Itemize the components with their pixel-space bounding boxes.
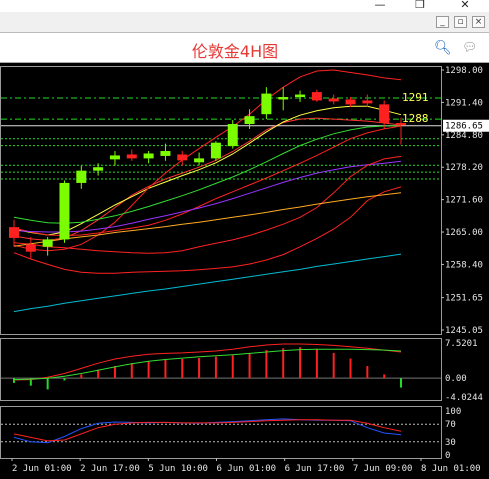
stochastic-tick-label: 100 bbox=[445, 407, 461, 417]
candle-body bbox=[76, 170, 87, 183]
macd-tick-label: 7.5201 bbox=[445, 339, 478, 349]
macd-panel: 7.5201 0.00 -4.0244 bbox=[0, 338, 483, 403]
window-close-button[interactable]: ✕ bbox=[450, 0, 480, 12]
price-tick-label: 1291.40 bbox=[445, 98, 483, 108]
chart-window-toolbar: _ ▫ × bbox=[0, 12, 489, 33]
search-icon[interactable]: 🔍︎ bbox=[434, 40, 452, 56]
chat-bubbles-icon[interactable]: 💬︎ bbox=[462, 40, 477, 54]
candle-body bbox=[93, 167, 104, 171]
price-chart[interactable]: 1298.00 1291.40 1284.80 1278.20 1271.60 1265.… bbox=[0, 62, 489, 479]
candle-body bbox=[295, 94, 306, 98]
candle-body bbox=[59, 182, 70, 240]
candle-body bbox=[311, 92, 322, 101]
candle-body bbox=[261, 93, 272, 115]
time-tick-label: 7 Jun 09:00 bbox=[353, 464, 413, 474]
stochastic-panel: 100 70 30 0 bbox=[0, 406, 461, 461]
price-tick-label: 1258.40 bbox=[445, 260, 483, 270]
price-tick-label: 1265.00 bbox=[445, 228, 483, 238]
chart-title: 伦敦金4H图 bbox=[191, 42, 279, 61]
candle-body bbox=[210, 142, 221, 159]
time-tick-label: 6 Jun 17:00 bbox=[285, 464, 345, 474]
time-tick-label: 2 Jun 17:00 bbox=[80, 464, 140, 474]
time-axis: 2 Jun 01:00 2 Jun 17:00 5 Jun 10:00 6 Jun 0… bbox=[11, 458, 481, 474]
chart-close-button[interactable]: × bbox=[472, 16, 485, 28]
candle-body bbox=[379, 104, 390, 124]
macd-tick-label: 0.00 bbox=[445, 374, 467, 384]
window-minimize-button[interactable]: — bbox=[365, 0, 395, 12]
candle-body bbox=[345, 99, 356, 105]
candle-body bbox=[177, 154, 188, 161]
candle-body bbox=[42, 239, 53, 247]
candle-body bbox=[143, 153, 154, 159]
candle-body bbox=[194, 158, 205, 163]
level-label: 1291 bbox=[402, 91, 429, 104]
stochastic-panel-frame bbox=[0, 406, 442, 459]
macd-tick-label: -4.0244 bbox=[445, 393, 483, 403]
candle-body bbox=[109, 155, 120, 160]
candle-body bbox=[328, 98, 339, 102]
candle-body bbox=[126, 154, 137, 159]
candle-body bbox=[362, 100, 373, 104]
price-tick-label: 1251.65 bbox=[445, 294, 483, 304]
price-tick-label: 1284.80 bbox=[445, 131, 483, 141]
price-tick-label: 1271.60 bbox=[445, 196, 483, 206]
main-panel: 1298.00 1291.40 1284.80 1278.20 1271.60 1265.… bbox=[0, 66, 489, 336]
candle-body bbox=[227, 124, 238, 147]
price-tick-label: 1298.00 bbox=[445, 66, 483, 76]
candle-body bbox=[9, 227, 19, 238]
time-tick-label: 2 Jun 01:00 bbox=[12, 464, 72, 474]
price-tick-label: 1245.05 bbox=[445, 326, 483, 336]
stochastic-tick-label: 30 bbox=[445, 438, 456, 448]
time-tick-label: 6 Jun 01:00 bbox=[217, 464, 277, 474]
chart-minimize-button[interactable]: _ bbox=[436, 16, 449, 28]
time-tick-label: 5 Jun 10:00 bbox=[148, 464, 208, 474]
chart-restore-button[interactable]: ▫ bbox=[454, 16, 467, 28]
stochastic-tick-label: 0 bbox=[445, 451, 450, 461]
candle-body bbox=[244, 116, 255, 125]
window-restore-button[interactable]: ❐ bbox=[405, 0, 435, 12]
candle-body bbox=[396, 123, 406, 126]
time-tick-label: 8 Jun 01:00 bbox=[421, 464, 481, 474]
macd-panel-frame bbox=[0, 338, 442, 401]
candle-body bbox=[160, 151, 171, 156]
candle-body bbox=[25, 244, 36, 252]
candle-body bbox=[278, 97, 289, 100]
current-price-label: 1286.65 bbox=[445, 122, 483, 132]
stochastic-tick-label: 70 bbox=[445, 420, 456, 430]
price-tick-label: 1278.20 bbox=[445, 163, 483, 173]
